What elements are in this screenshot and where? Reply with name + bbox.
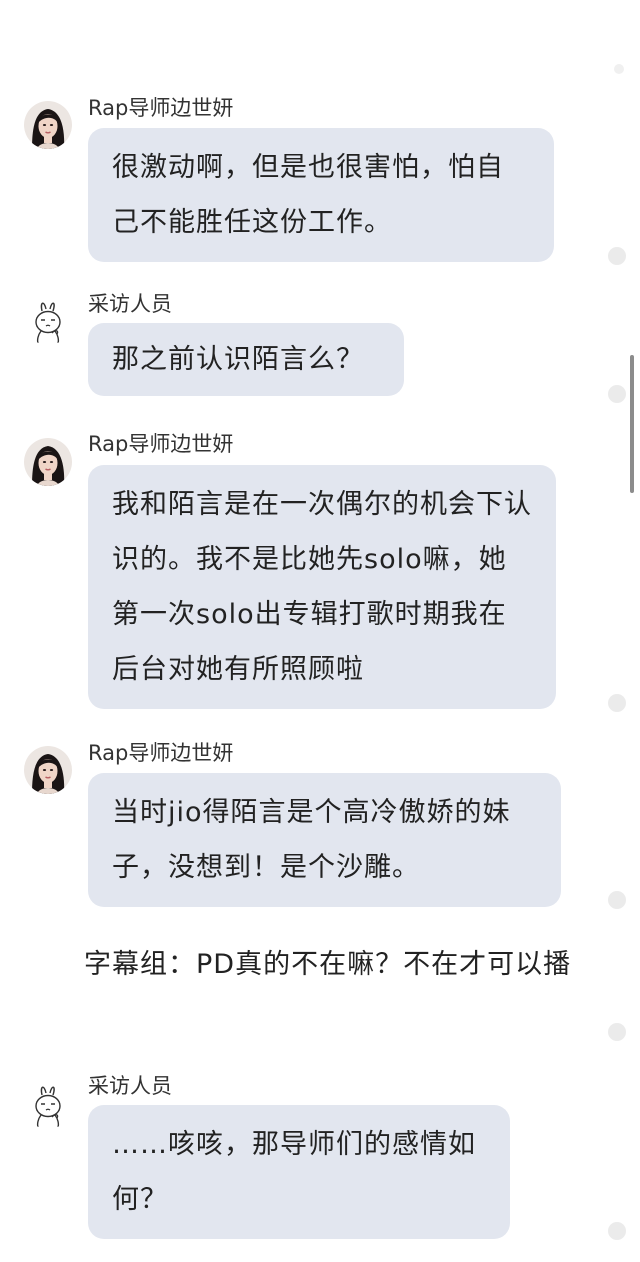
sender-name: Rap导师边世妍: [88, 432, 234, 456]
message-bubble[interactable]: ……咳咳，那导师们的感情如何？: [88, 1105, 510, 1239]
woman-portrait-avatar[interactable]: [24, 101, 72, 149]
comment-dot-icon[interactable]: [608, 1222, 626, 1240]
message-bubble[interactable]: 我和陌言是在一次偶尔的机会下认识的。我不是比她先solo嘛，她第一次solo出专…: [88, 465, 556, 709]
scrollbar[interactable]: [630, 355, 634, 493]
rabbit-doodle-avatar[interactable]: [24, 1081, 72, 1129]
sender-name: 采访人员: [88, 1074, 172, 1098]
comment-dot-icon[interactable]: [608, 891, 626, 909]
sender-name: 采访人员: [88, 292, 172, 316]
narration-text: 字幕组：PD真的不在嘛？不在才可以播: [84, 949, 572, 980]
edge-marker: [614, 64, 624, 74]
comment-dot-icon[interactable]: [608, 385, 626, 403]
comment-dot-icon[interactable]: [608, 694, 626, 712]
message-bubble[interactable]: 那之前认识陌言么？: [88, 323, 404, 396]
message-bubble[interactable]: 当时jio得陌言是个高冷傲娇的妹子，没想到！是个沙雕。: [88, 773, 561, 907]
rabbit-doodle-avatar[interactable]: [24, 297, 72, 345]
comment-dot-icon[interactable]: [608, 1023, 626, 1041]
comment-dot-icon[interactable]: [608, 247, 626, 265]
sender-name: Rap导师边世妍: [88, 741, 234, 765]
message-bubble[interactable]: 很激动啊，但是也很害怕，怕自己不能胜任这份工作。: [88, 128, 554, 262]
woman-portrait-avatar[interactable]: [24, 746, 72, 794]
woman-portrait-avatar[interactable]: [24, 438, 72, 486]
sender-name: Rap导师边世妍: [88, 96, 234, 120]
